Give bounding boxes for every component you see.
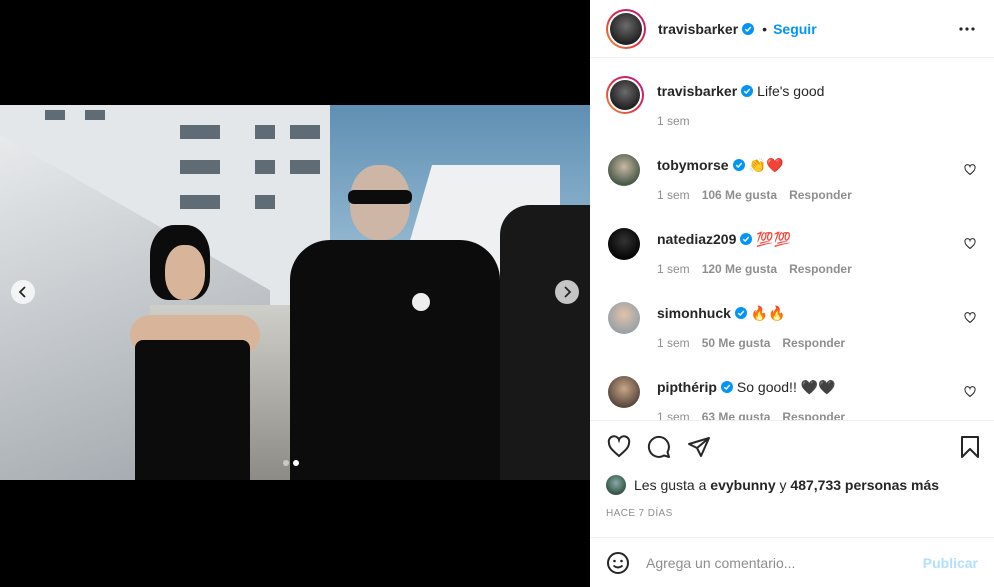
- verified-icon: [732, 159, 745, 171]
- caption-username[interactable]: travisbarker: [657, 83, 737, 99]
- likes-joiner: y: [779, 477, 787, 493]
- likes-prefix: Les gusta a: [634, 477, 707, 493]
- verified-icon: [741, 85, 754, 97]
- comment-likes[interactable]: 106 Me gusta: [702, 188, 777, 202]
- heart-icon[interactable]: [964, 238, 976, 250]
- comment-item: natediaz209 💯💯 1 sem 120 Me gusta Responder: [606, 226, 978, 286]
- reply-button[interactable]: Responder: [782, 410, 845, 420]
- comment-text: 🔥🔥: [750, 305, 786, 321]
- follow-button[interactable]: Seguir: [773, 21, 817, 37]
- liker-avatar[interactable]: [606, 475, 626, 495]
- verified-icon: [720, 381, 733, 393]
- caption-avatar-ring[interactable]: [606, 76, 644, 114]
- carousel-next-button[interactable]: [555, 280, 579, 304]
- likes-count[interactable]: 487,733 personas más: [790, 477, 939, 493]
- comment-avatar[interactable]: [608, 376, 640, 408]
- comment-avatar[interactable]: [608, 302, 640, 334]
- caption: travisbarker Life's good 1 sem: [606, 76, 978, 136]
- verified-icon: [740, 233, 753, 245]
- comment-time[interactable]: 1 sem: [657, 336, 690, 350]
- avatar: [610, 80, 640, 110]
- heart-icon[interactable]: [964, 386, 976, 398]
- carousel-prev-button[interactable]: [11, 280, 35, 304]
- heart-icon[interactable]: [607, 435, 631, 459]
- comment-item: tobymorse 👏❤️ 1 sem 106 Me gusta Responder: [606, 152, 978, 212]
- carousel-dot: [283, 460, 289, 466]
- comment-time[interactable]: 1 sem: [657, 188, 690, 202]
- more-icon[interactable]: [958, 20, 976, 38]
- verified-icon: [742, 22, 755, 35]
- action-bar: [590, 420, 994, 474]
- comment-time[interactable]: 1 sem: [657, 410, 690, 420]
- publish-button[interactable]: Publicar: [923, 555, 978, 571]
- comment-likes[interactable]: 120 Me gusta: [702, 262, 777, 276]
- share-icon[interactable]: [687, 435, 711, 459]
- author-username[interactable]: travisbarker: [658, 21, 738, 37]
- reply-button[interactable]: Responder: [782, 336, 845, 350]
- comment-icon[interactable]: [647, 435, 671, 459]
- caption-text: Life's good: [757, 83, 825, 99]
- comment-likes[interactable]: 50 Me gusta: [702, 336, 771, 350]
- comment-username[interactable]: pipthérip: [657, 379, 717, 395]
- heart-icon[interactable]: [964, 312, 976, 324]
- comment-text: 👏❤️: [748, 157, 784, 173]
- comment-avatar[interactable]: [608, 228, 640, 260]
- post-photo[interactable]: [0, 105, 590, 480]
- avatar: [610, 12, 642, 45]
- post-header: travisbarker • Seguir: [590, 0, 994, 58]
- comment-avatar[interactable]: [608, 154, 640, 186]
- comment-time[interactable]: 1 sem: [657, 262, 690, 276]
- reply-button[interactable]: Responder: [789, 188, 852, 202]
- comment-username[interactable]: natediaz209: [657, 231, 736, 247]
- caption-time[interactable]: 1 sem: [657, 114, 690, 128]
- reply-button[interactable]: Responder: [789, 262, 852, 276]
- chevron-right-icon: [564, 286, 572, 298]
- comment-text: So good!! 🖤🖤: [736, 379, 836, 395]
- post-media: [0, 0, 590, 587]
- carousel-dot-active: [293, 460, 299, 466]
- comment-likes[interactable]: 63 Me gusta: [702, 410, 771, 420]
- comment-text: 💯💯: [756, 231, 792, 247]
- heart-icon[interactable]: [964, 164, 976, 176]
- post-panel: travisbarker • Seguir travisbarker Life's…: [590, 0, 994, 587]
- chevron-left-icon: [18, 286, 26, 298]
- comment-username[interactable]: simonhuck: [657, 305, 731, 321]
- emoji-icon[interactable]: [606, 551, 630, 575]
- bookmark-icon[interactable]: [958, 435, 982, 459]
- likes-summary: Les gusta a evybunny y 487,733 personas …: [606, 475, 939, 495]
- avatar-ring[interactable]: [606, 8, 646, 49]
- verified-icon: [734, 307, 747, 319]
- liker-username[interactable]: evybunny: [710, 477, 775, 493]
- carousel-indicator: [283, 460, 299, 466]
- post-timestamp[interactable]: Hace 7 días: [606, 508, 673, 519]
- add-comment-bar: Publicar: [590, 537, 994, 587]
- comment-input[interactable]: [646, 554, 923, 571]
- comment-item: pipthérip So good!! 🖤🖤 1 sem 63 Me gusta Re…: [606, 374, 978, 420]
- comment-username[interactable]: tobymorse: [657, 157, 729, 173]
- header-separator: •: [762, 20, 768, 37]
- comment-item: simonhuck 🔥🔥 1 sem 50 Me gusta Responder: [606, 300, 978, 360]
- comments-list[interactable]: travisbarker Life's good 1 sem tobymorse 👏…: [590, 58, 994, 420]
